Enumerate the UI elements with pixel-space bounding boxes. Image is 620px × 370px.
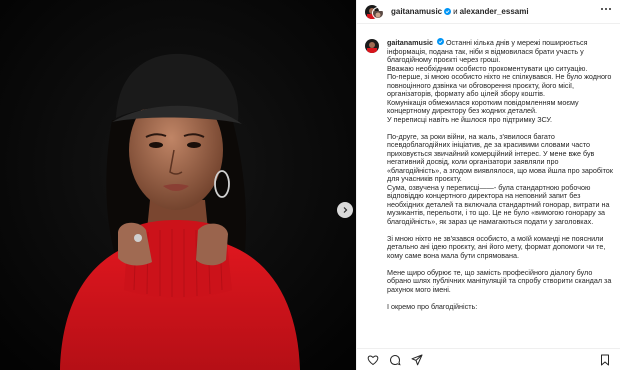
post-authors: gaitanamusic и alexander_essami	[391, 7, 529, 16]
author-avatars[interactable]	[365, 4, 387, 20]
post-details-panel: gaitanamusic и alexander_essami gaitanam…	[356, 0, 620, 370]
caption-paragraph-5: І окремо про благодійність:	[387, 301, 478, 311]
heart-icon[interactable]	[367, 354, 379, 366]
share-icon[interactable]	[411, 354, 423, 366]
chevron-right-icon	[343, 207, 348, 213]
caption-paragraph: gaitanamusic Останні кілька днів у мереж…	[387, 38, 613, 124]
caption-paragraph-1: Останні кілька днів у мережі поширюється…	[387, 38, 612, 124]
more-options-button[interactable]	[601, 8, 611, 10]
caption-avatar[interactable]	[365, 39, 379, 53]
post-actions	[357, 348, 620, 370]
verified-badge-icon	[444, 8, 452, 15]
bookmark-icon[interactable]	[599, 354, 611, 366]
post-header: gaitanamusic и alexander_essami	[357, 0, 620, 24]
more-horizontal-icon	[601, 8, 603, 10]
portrait-image	[0, 0, 356, 370]
caption-paragraph-2: По-друге, за роки війни, на жаль, з'явил…	[387, 131, 613, 226]
caption-paragraph-4: Мене щиро обурює те, що замість професій…	[387, 267, 612, 294]
post-photo[interactable]	[0, 0, 356, 370]
post-caption: gaitanamusic Останні кілька днів у мереж…	[357, 30, 620, 340]
caption-paragraph-3: Зі мною ніхто не зв'язався особисто, а м…	[387, 233, 606, 260]
author-username[interactable]: gaitanamusic	[391, 7, 442, 16]
comment-icon[interactable]	[389, 354, 401, 366]
authors-conjunction: и	[453, 7, 458, 16]
coauthor-username[interactable]: alexander_essami	[460, 7, 529, 16]
caption-text: gaitanamusic Останні кілька днів у мереж…	[387, 38, 613, 320]
verified-badge-icon	[436, 38, 444, 45]
coauthor-avatar[interactable]	[372, 6, 384, 19]
next-photo-button[interactable]	[337, 202, 353, 218]
instagram-post: gaitanamusic и alexander_essami gaitanam…	[0, 0, 620, 370]
